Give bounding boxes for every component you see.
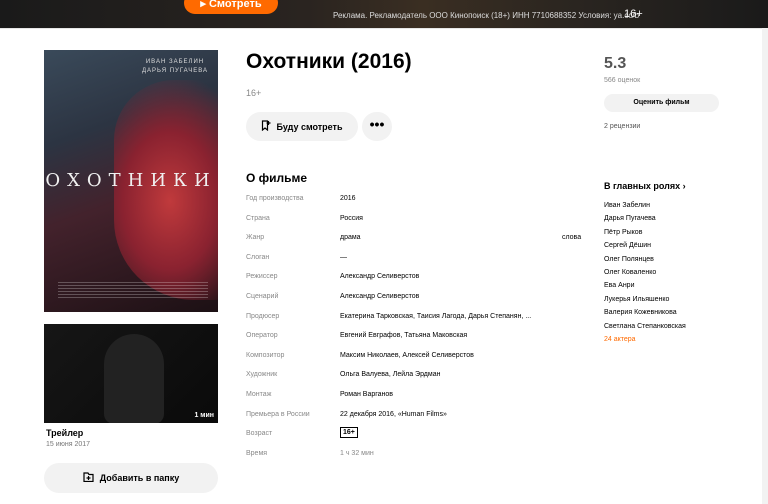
rating-votes: 566 оценок: [604, 77, 641, 84]
fact-label: Слоган: [246, 253, 270, 261]
fact-row-country: Страна Россия: [246, 215, 586, 235]
cast-actor[interactable]: Олег Полянцев: [604, 253, 686, 266]
rate-movie-button[interactable]: Оценить фильм: [604, 94, 719, 112]
watch-later-label: Буду смотреть: [276, 121, 343, 132]
poster-title: ОХОТНИКИ: [45, 170, 217, 191]
fact-row-artist: Художник Ольга Валуева, Лейла Эрдман: [246, 371, 586, 391]
fact-label: Страна: [246, 214, 270, 222]
fact-row-duration: Время 1 ч 32 мин: [246, 450, 586, 470]
fact-row-genre: Жанр драма слова: [246, 234, 586, 254]
cast-actor[interactable]: Валерия Кожевникова: [604, 306, 686, 319]
fact-label: Режиссер: [246, 273, 278, 281]
cast-more-link[interactable]: 24 актера: [604, 333, 686, 346]
fact-label: Сценарий: [246, 292, 279, 300]
fact-label: Премьера в России: [246, 410, 310, 418]
scrollbar-track[interactable]: [762, 28, 768, 504]
fact-row-director: Режиссер Александр Селиверстов: [246, 273, 586, 293]
genre-words-link[interactable]: слова: [562, 234, 581, 241]
add-to-folder-button[interactable]: Добавить в папку: [44, 463, 218, 493]
ad-disclaimer: Реклама. Рекламодатель ООО Кинопоиск (18…: [333, 11, 640, 20]
fact-label: Год производства: [246, 195, 304, 202]
cast-actor[interactable]: Дарья Пугачева: [604, 212, 686, 225]
cast-actor[interactable]: Пётр Рыков: [604, 226, 686, 239]
more-options-button[interactable]: •••: [362, 112, 392, 141]
fact-label: Оператор: [246, 332, 278, 340]
trailer-date: 15 июня 2017: [46, 441, 91, 448]
fact-value: —: [340, 253, 347, 261]
ad-age-rating: 16+: [624, 8, 643, 20]
fact-value[interactable]: Евгений Евграфов, Татьяна Маковская: [340, 332, 467, 339]
add-to-folder-label: Добавить в папку: [99, 473, 180, 483]
fact-label: Жанр: [246, 234, 265, 242]
fact-row-premiere: Премьера в России 22 декабря 2016, «Huma…: [246, 411, 586, 431]
fact-row-slogan: Слоган —: [246, 254, 586, 274]
reviews-link[interactable]: 2 рецензии: [604, 123, 640, 130]
poster-credits: [58, 282, 208, 300]
rating-score: 5.3: [604, 55, 627, 72]
fact-value[interactable]: Максим Николаев, Алексей Селиверстов: [340, 352, 474, 359]
cast-actor[interactable]: Олег Коваленко: [604, 266, 686, 279]
cast-actor[interactable]: Лукерья Ильяшенко: [604, 293, 686, 306]
trailer-thumbnail[interactable]: 1 мин: [44, 324, 218, 423]
fact-value: 1 ч 32 мин: [340, 449, 374, 457]
about-section-title: О фильме: [246, 171, 308, 185]
fact-label: Художник: [246, 371, 278, 379]
bookmark-plus-icon: [261, 120, 271, 133]
fact-value[interactable]: Александр Селиверстов: [340, 273, 419, 280]
fact-value[interactable]: Александр Селиверстов: [340, 293, 419, 300]
trailer-title[interactable]: Трейлер: [46, 428, 83, 438]
fact-row-producer: Продюсер Екатерина Тарковская, Таисия Ла…: [246, 313, 586, 333]
watch-later-button[interactable]: Буду смотреть: [246, 112, 358, 141]
fact-value[interactable]: Екатерина Тарковская, Таисия Лагода, Дар…: [340, 313, 531, 320]
fact-value[interactable]: Роман Варганов: [340, 391, 393, 398]
ad-watch-button[interactable]: ▸ Смотреть: [184, 0, 278, 14]
fact-label: Продюсер: [246, 312, 280, 320]
fact-label: Композитор: [246, 351, 285, 359]
folder-add-icon: [83, 472, 94, 484]
movie-poster[interactable]: ИВАН ЗАБЕЛИН ДАРЬЯ ПУГАЧЕВА ОХОТНИКИ: [44, 50, 218, 312]
fact-label: Возраст: [246, 430, 273, 438]
fact-row-operator: Оператор Евгений Евграфов, Татьяна Маков…: [246, 332, 586, 352]
cast-list: Иван Забелин Дарья Пугачева Пётр Рыков С…: [604, 199, 686, 346]
poster-names: ИВАН ЗАБЕЛИН ДАРЬЯ ПУГАЧЕВА: [141, 59, 209, 74]
fact-value[interactable]: Ольга Валуева, Лейла Эрдман: [340, 371, 440, 378]
age-rating: 16+: [246, 88, 262, 98]
cast-actor[interactable]: Иван Забелин: [604, 199, 686, 212]
cast-section-link[interactable]: В главных ролях ›: [604, 181, 686, 191]
age-badge: 16+: [340, 427, 358, 439]
fact-row-year: Год производства 2016: [246, 195, 586, 215]
fact-value[interactable]: 22 декабря 2016, «Human Films»: [340, 411, 447, 418]
fact-label: Время: [246, 449, 268, 457]
trailer-figure: [104, 334, 164, 423]
banner-divider: [0, 28, 768, 29]
fact-value[interactable]: драма: [340, 234, 361, 241]
cast-actor[interactable]: Ева Анри: [604, 279, 686, 292]
cast-actor[interactable]: Светлана Степанковская: [604, 320, 686, 333]
ad-banner[interactable]: ▸ Смотреть Реклама. Рекламодатель ООО Ки…: [0, 0, 768, 28]
trailer-duration: 1 мин: [194, 412, 214, 419]
fact-row-writer: Сценарий Александр Селиверстов: [246, 293, 586, 313]
fact-row-composer: Композитор Максим Николаев, Алексей Сели…: [246, 352, 586, 372]
fact-row-age: Возраст 16+: [246, 427, 586, 450]
cast-actor[interactable]: Сергей Дёшин: [604, 239, 686, 252]
page-title: Охотники (2016): [246, 50, 412, 73]
fact-value[interactable]: 2016: [340, 195, 356, 202]
facts-table: Год производства 2016 Страна Россия Жанр…: [246, 195, 586, 469]
fact-row-editing: Монтаж Роман Варганов: [246, 391, 586, 411]
fact-value[interactable]: Россия: [340, 215, 363, 222]
fact-label: Монтаж: [246, 390, 272, 398]
